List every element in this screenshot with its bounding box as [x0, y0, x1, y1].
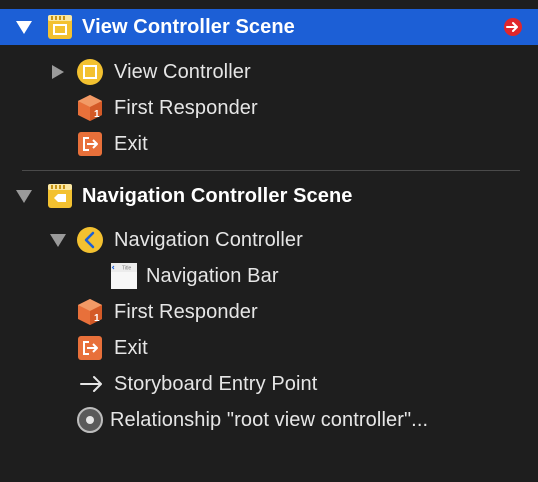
outline-item-relationship[interactable]: Relationship "root view controller"... [0, 402, 538, 438]
outline-item-label: Navigation Bar [146, 265, 279, 287]
scene-divider [22, 170, 520, 171]
document-outline: View Controller Scene View Controller 1 [0, 0, 538, 482]
outline-item-navigation-controller[interactable]: Navigation Controller [0, 222, 538, 258]
navigation-controller-icon [76, 226, 104, 254]
exit-icon [76, 334, 104, 362]
outline-item-storyboard-entry-point[interactable]: Storyboard Entry Point [0, 366, 538, 402]
disclosure-triangle-collapsed-icon[interactable] [52, 65, 64, 79]
svg-text:1: 1 [94, 313, 100, 324]
scene-title: View Controller Scene [82, 16, 295, 38]
outline-item-view-controller[interactable]: View Controller [0, 54, 538, 90]
first-responder-cube-icon: 1 [76, 298, 104, 326]
navigation-bar-thumb-title: Title [122, 266, 131, 272]
scene-row-navigation-controller-scene[interactable]: Navigation Controller Scene [0, 178, 538, 214]
outline-item-label: First Responder [114, 301, 258, 323]
outline-item-label: Exit [114, 337, 148, 359]
first-responder-cube-icon: 1 [76, 94, 104, 122]
view-controller-icon [76, 58, 104, 86]
navigation-bar-icon: Title [110, 262, 138, 290]
disclosure-triangle-expanded-icon[interactable] [16, 190, 32, 203]
outline-item-exit[interactable]: Exit [0, 330, 538, 366]
scene-row-view-controller-scene[interactable]: View Controller Scene [0, 9, 538, 45]
outline-item-first-responder[interactable]: 1 First Responder [0, 90, 538, 126]
disclosure-triangle-expanded-icon[interactable] [50, 234, 66, 247]
outline-item-label: First Responder [114, 97, 258, 119]
outline-item-label: Navigation Controller [114, 229, 303, 251]
arrow-right-icon [78, 370, 106, 398]
outline-item-first-responder[interactable]: 1 First Responder [0, 294, 538, 330]
disclosure-triangle-expanded-icon[interactable] [16, 21, 32, 34]
outline-item-label: Storyboard Entry Point [114, 373, 318, 395]
svg-text:1: 1 [94, 109, 100, 120]
relationship-icon [76, 406, 104, 434]
scene-title: Navigation Controller Scene [82, 185, 353, 207]
scene-icon [46, 13, 74, 41]
outline-item-label: View Controller [114, 61, 251, 83]
outline-item-label: Exit [114, 133, 148, 155]
outline-item-label: Relationship "root view controller"... [110, 409, 429, 431]
exit-icon [76, 130, 104, 158]
outline-item-navigation-bar[interactable]: Title Navigation Bar [0, 258, 538, 294]
outline-item-exit[interactable]: Exit [0, 126, 538, 162]
scene-icon [46, 182, 74, 210]
warning-arrow-icon[interactable] [503, 17, 523, 37]
